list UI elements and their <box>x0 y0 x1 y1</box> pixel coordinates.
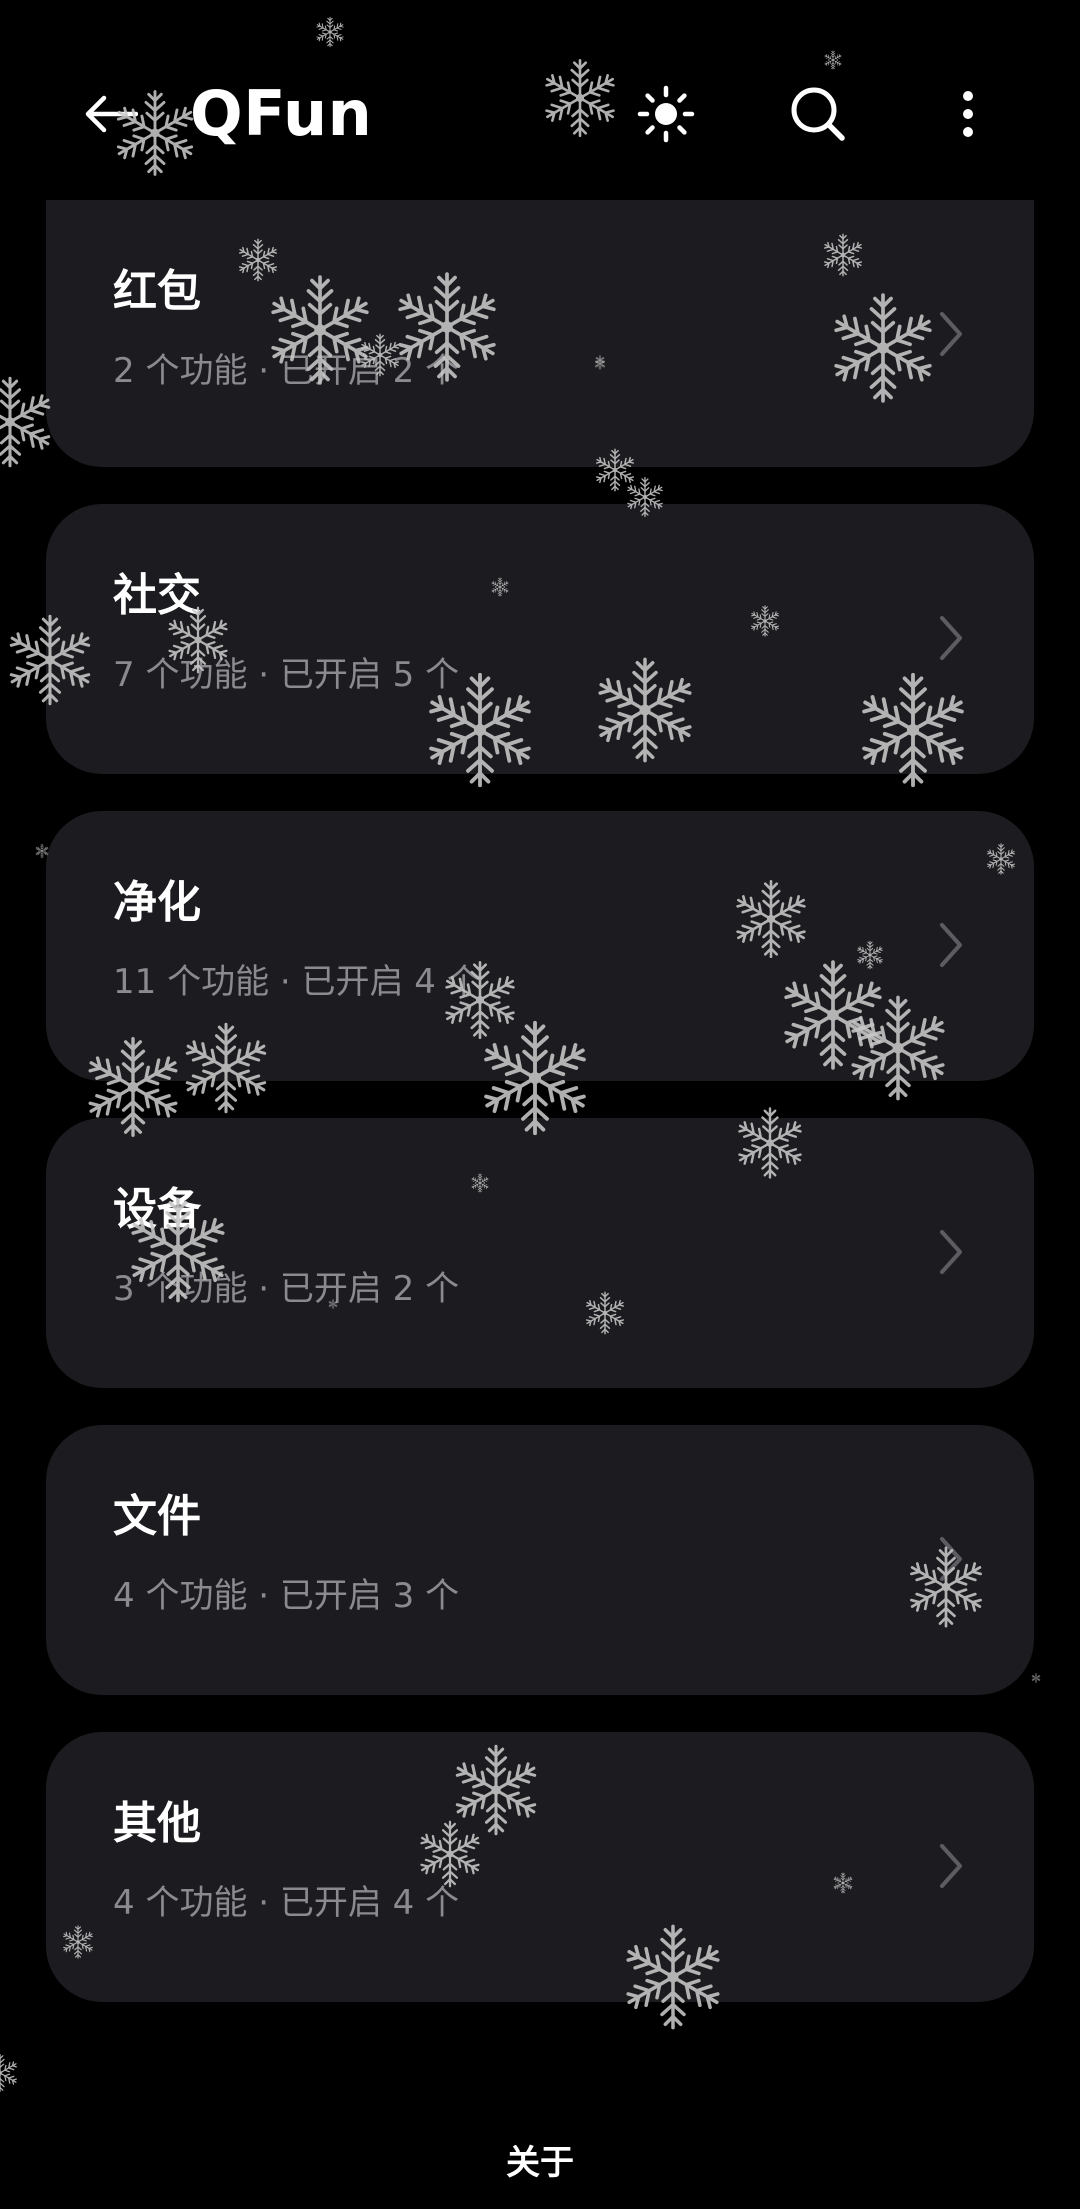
category-card-cleanup[interactable]: 净化 11 个功能 · 已开启 4 个 <box>46 811 1034 1081</box>
arrow-left-icon <box>85 95 138 133</box>
category-card-hongbao[interactable]: 红包 2 个功能 · 已开启 2 个 <box>46 200 1034 467</box>
search-icon <box>791 87 845 141</box>
category-title: 红包 <box>113 266 201 317</box>
category-card-device[interactable]: 设备 3 个功能 · 已开启 2 个 <box>46 1118 1034 1388</box>
category-title: 其他 <box>113 1798 201 1849</box>
top-app-bar: QFun <box>0 0 1080 200</box>
chevron-right-icon <box>940 1844 962 1888</box>
category-summary: 3 个功能 · 已开启 2 个 <box>113 1269 460 1309</box>
category-summary: 4 个功能 · 已开启 3 个 <box>113 1576 460 1616</box>
theme-toggle-button[interactable] <box>634 82 698 146</box>
category-summary: 11 个功能 · 已开启 4 个 <box>113 962 481 1002</box>
category-card-social[interactable]: 社交 7 个功能 · 已开启 5 个 <box>46 504 1034 774</box>
category-title: 设备 <box>113 1184 201 1235</box>
chevron-right-icon <box>940 616 962 660</box>
chevron-right-icon <box>940 923 962 967</box>
category-card-file[interactable]: 文件 4 个功能 · 已开启 3 个 <box>46 1425 1034 1695</box>
category-summary: 4 个功能 · 已开启 4 个 <box>113 1883 460 1923</box>
category-title: 净化 <box>113 877 201 928</box>
category-card-other[interactable]: 其他 4 个功能 · 已开启 4 个 <box>46 1732 1034 2002</box>
about-link[interactable]: 关于 <box>0 2140 1080 2186</box>
back-button[interactable] <box>78 84 142 144</box>
category-summary: 2 个功能 · 已开启 2 个 <box>113 351 460 391</box>
app-title: QFun <box>190 77 373 150</box>
more-vertical-icon <box>963 91 973 137</box>
category-title: 社交 <box>113 570 201 621</box>
snowflake-icon <box>0 378 53 465</box>
chevron-right-icon <box>940 1230 962 1274</box>
chevron-right-icon <box>940 1537 962 1581</box>
category-list: 红包 2 个功能 · 已开启 2 个 社交 7 个功能 · 已开启 5 个 净化… <box>46 200 1034 2039</box>
category-summary: 7 个功能 · 已开启 5 个 <box>113 655 460 695</box>
category-title: 文件 <box>113 1491 201 1542</box>
more-options-button[interactable] <box>936 82 1000 146</box>
search-button[interactable] <box>786 82 850 146</box>
sun-icon <box>637 85 695 143</box>
chevron-right-icon <box>940 312 962 356</box>
snowflake-icon <box>0 2055 18 2092</box>
